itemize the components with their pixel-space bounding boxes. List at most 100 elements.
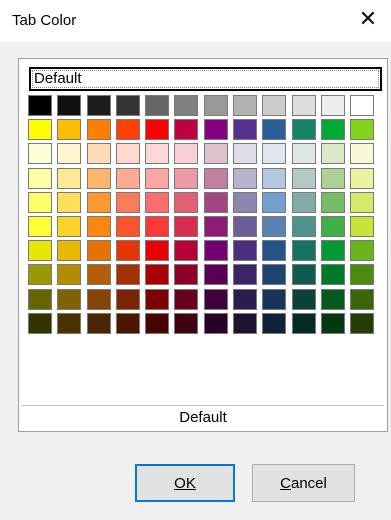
color-swatch[interactable]: [233, 119, 258, 141]
color-swatch[interactable]: [262, 143, 287, 165]
color-swatch[interactable]: [262, 167, 287, 189]
color-swatch[interactable]: [291, 264, 316, 286]
color-swatch[interactable]: [320, 240, 345, 262]
cancel-button[interactable]: Cancel: [252, 464, 355, 502]
color-swatch[interactable]: [320, 167, 345, 189]
color-swatch[interactable]: [203, 167, 228, 189]
color-swatch[interactable]: [174, 215, 199, 237]
color-swatch[interactable]: [57, 240, 82, 262]
color-swatch[interactable]: [174, 240, 199, 262]
color-swatch[interactable]: [262, 191, 287, 213]
color-swatch[interactable]: [28, 119, 52, 141]
color-swatch[interactable]: [145, 119, 170, 141]
color-swatch[interactable]: [145, 312, 170, 334]
color-swatch[interactable]: [233, 312, 258, 334]
color-swatch[interactable]: [115, 312, 140, 334]
color-swatch[interactable]: [291, 240, 316, 262]
color-swatch[interactable]: [115, 167, 140, 189]
color-swatch[interactable]: [320, 264, 345, 286]
color-swatch[interactable]: [57, 119, 82, 141]
color-swatch[interactable]: [203, 191, 228, 213]
color-swatch[interactable]: [320, 95, 345, 116]
color-swatch[interactable]: [145, 143, 170, 165]
color-swatch[interactable]: [57, 215, 82, 237]
color-swatch[interactable]: [203, 312, 228, 334]
color-swatch[interactable]: [174, 264, 199, 286]
color-swatch[interactable]: [86, 240, 111, 262]
color-swatch[interactable]: [115, 240, 140, 262]
color-swatch[interactable]: [28, 264, 52, 286]
color-swatch[interactable]: [174, 167, 199, 189]
color-swatch[interactable]: [291, 167, 316, 189]
color-swatch[interactable]: [320, 191, 345, 213]
color-swatch[interactable]: [262, 312, 287, 334]
color-swatch[interactable]: [350, 143, 375, 165]
color-swatch[interactable]: [350, 264, 375, 286]
color-swatch[interactable]: [57, 288, 82, 310]
color-swatch[interactable]: [233, 191, 258, 213]
color-swatch[interactable]: [115, 119, 140, 141]
color-swatch[interactable]: [115, 288, 140, 310]
color-swatch[interactable]: [86, 191, 111, 213]
color-swatch[interactable]: [262, 95, 287, 116]
color-swatch[interactable]: [203, 264, 228, 286]
ok-button[interactable]: OK: [135, 464, 235, 502]
color-swatch[interactable]: [320, 288, 345, 310]
color-swatch[interactable]: [28, 95, 52, 116]
color-swatch[interactable]: [350, 288, 375, 310]
color-swatch[interactable]: [86, 167, 111, 189]
color-swatch[interactable]: [57, 167, 82, 189]
color-swatch[interactable]: [115, 264, 140, 286]
color-swatch[interactable]: [203, 240, 228, 262]
color-swatch[interactable]: [350, 167, 375, 189]
color-swatch[interactable]: [233, 288, 258, 310]
color-swatch[interactable]: [233, 167, 258, 189]
color-swatch[interactable]: [350, 215, 375, 237]
color-swatch[interactable]: [233, 240, 258, 262]
color-swatch[interactable]: [320, 215, 345, 237]
color-swatch[interactable]: [86, 95, 111, 116]
color-swatch[interactable]: [86, 119, 111, 141]
color-swatch[interactable]: [233, 95, 258, 116]
color-swatch[interactable]: [86, 143, 111, 165]
color-swatch[interactable]: [350, 240, 375, 262]
color-swatch[interactable]: [174, 191, 199, 213]
color-swatch[interactable]: [57, 95, 82, 116]
color-swatch[interactable]: [291, 191, 316, 213]
color-swatch[interactable]: [350, 95, 375, 116]
color-swatch[interactable]: [174, 143, 199, 165]
color-swatch[interactable]: [350, 119, 375, 141]
color-swatch[interactable]: [320, 143, 345, 165]
color-swatch[interactable]: [203, 95, 228, 116]
color-swatch[interactable]: [28, 312, 52, 334]
color-swatch[interactable]: [203, 143, 228, 165]
color-swatch[interactable]: [203, 119, 228, 141]
color-swatch[interactable]: [86, 288, 111, 310]
color-swatch[interactable]: [145, 191, 170, 213]
color-swatch[interactable]: [262, 119, 287, 141]
color-swatch[interactable]: [115, 95, 140, 116]
color-swatch[interactable]: [57, 191, 82, 213]
color-swatch[interactable]: [86, 215, 111, 237]
color-swatch[interactable]: [262, 215, 287, 237]
color-swatch[interactable]: [28, 288, 52, 310]
close-icon[interactable]: ✕: [345, 0, 391, 38]
color-swatch[interactable]: [291, 95, 316, 116]
color-swatch[interactable]: [350, 191, 375, 213]
color-swatch[interactable]: [203, 288, 228, 310]
color-swatch[interactable]: [57, 312, 82, 334]
color-swatch[interactable]: [57, 264, 82, 286]
color-swatch[interactable]: [174, 119, 199, 141]
color-swatch[interactable]: [145, 288, 170, 310]
color-swatch[interactable]: [233, 264, 258, 286]
color-swatch[interactable]: [28, 215, 52, 237]
color-swatch[interactable]: [291, 312, 316, 334]
color-swatch[interactable]: [174, 312, 199, 334]
color-swatch[interactable]: [350, 312, 375, 334]
color-swatch[interactable]: [145, 215, 170, 237]
color-swatch[interactable]: [145, 240, 170, 262]
color-swatch[interactable]: [262, 264, 287, 286]
color-swatch[interactable]: [262, 240, 287, 262]
color-swatch[interactable]: [203, 215, 228, 237]
color-swatch[interactable]: [86, 264, 111, 286]
